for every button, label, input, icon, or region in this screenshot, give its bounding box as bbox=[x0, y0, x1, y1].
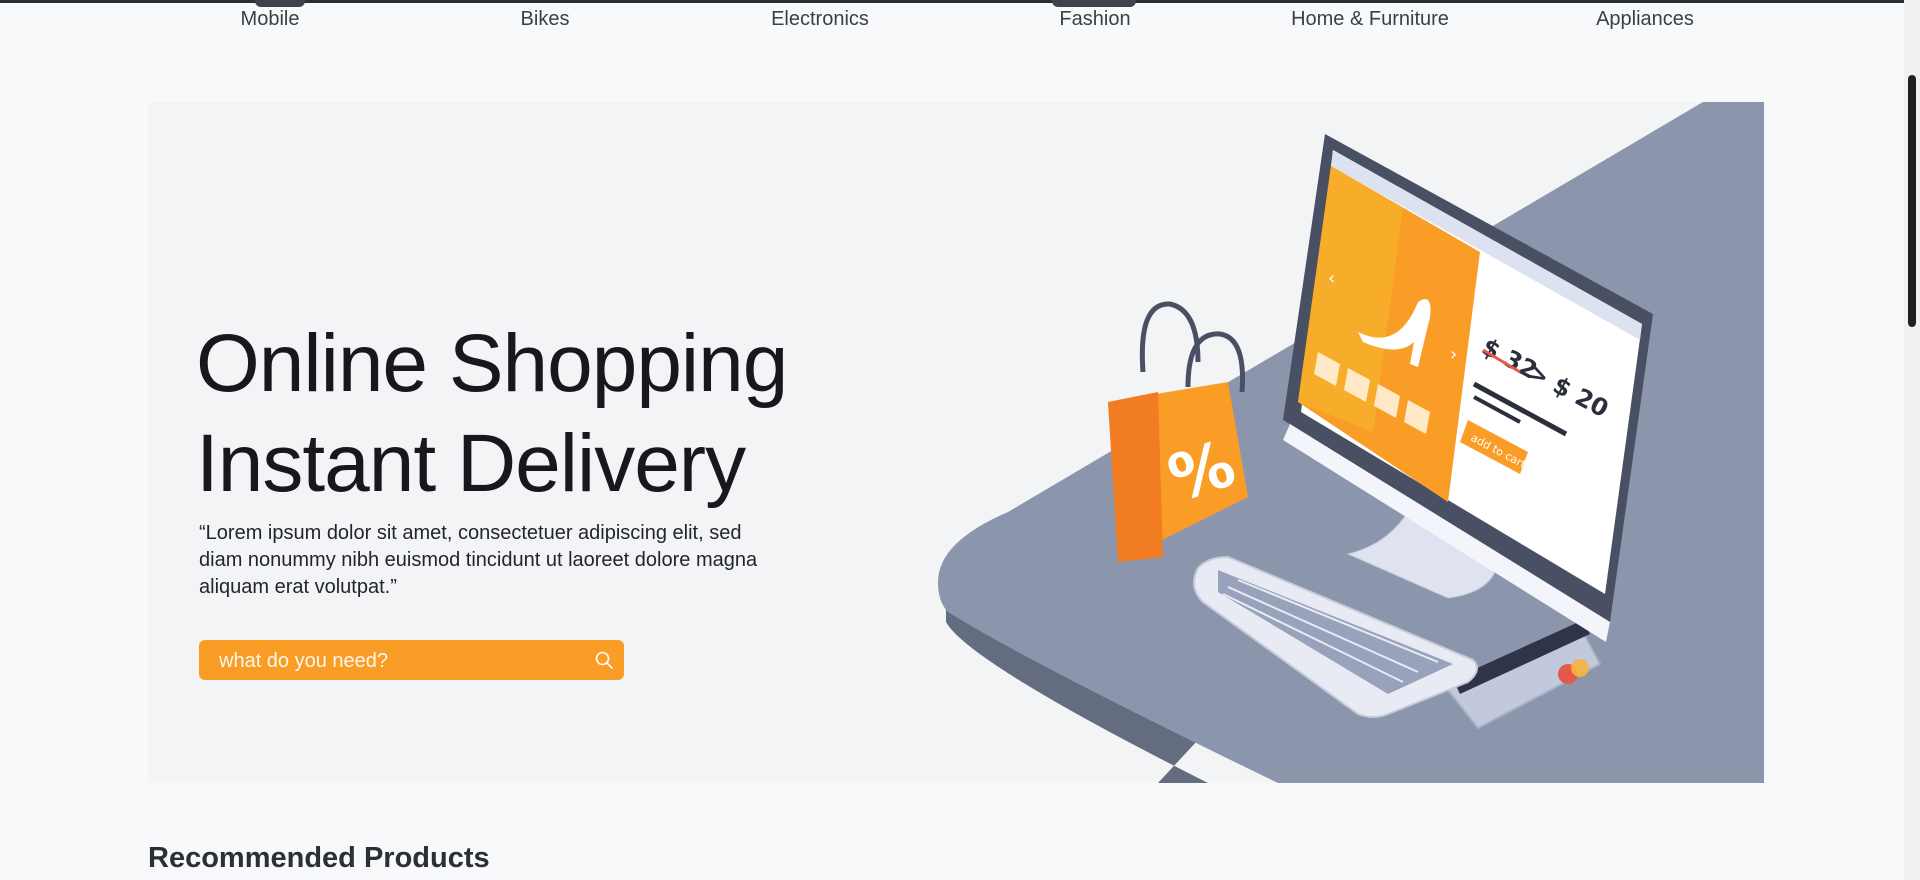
hero-banner: ‹ › $ 32 > $ 20 add to cart % Online Sho… bbox=[148, 102, 1764, 783]
search-icon[interactable] bbox=[594, 650, 614, 670]
category-appliances[interactable]: Appliances bbox=[1535, 8, 1755, 31]
fashion-thumbnail bbox=[1052, 0, 1136, 7]
hero-title: Online Shopping Instant Delivery bbox=[196, 314, 788, 514]
page-scrollbar[interactable] bbox=[1904, 0, 1920, 880]
hero-quote: “Lorem ipsum dolor sit amet, consectetue… bbox=[199, 522, 758, 598]
category-bikes[interactable]: Bikes bbox=[435, 8, 655, 31]
search-input[interactable] bbox=[217, 640, 581, 682]
svg-text:‹: ‹ bbox=[1328, 268, 1335, 289]
category-fashion[interactable]: Fashion bbox=[985, 8, 1205, 31]
category-mobile[interactable]: Mobile bbox=[160, 8, 380, 31]
hero-title-line-2: Instant Delivery bbox=[196, 418, 746, 509]
hero-title-line-1: Online Shopping bbox=[196, 318, 788, 409]
category-electronics[interactable]: Electronics bbox=[710, 8, 930, 31]
category-home-furniture[interactable]: Home & Furniture bbox=[1260, 8, 1480, 31]
scrollbar-thumb[interactable] bbox=[1908, 75, 1916, 327]
recommended-products-title: Recommended Products bbox=[148, 842, 490, 874]
svg-text:›: › bbox=[1450, 344, 1457, 365]
mobile-thumbnail bbox=[255, 0, 305, 7]
category-nav: Mobile Bikes Electronics Fashion Home & … bbox=[0, 0, 1920, 40]
hero-search-box[interactable] bbox=[199, 640, 624, 682]
